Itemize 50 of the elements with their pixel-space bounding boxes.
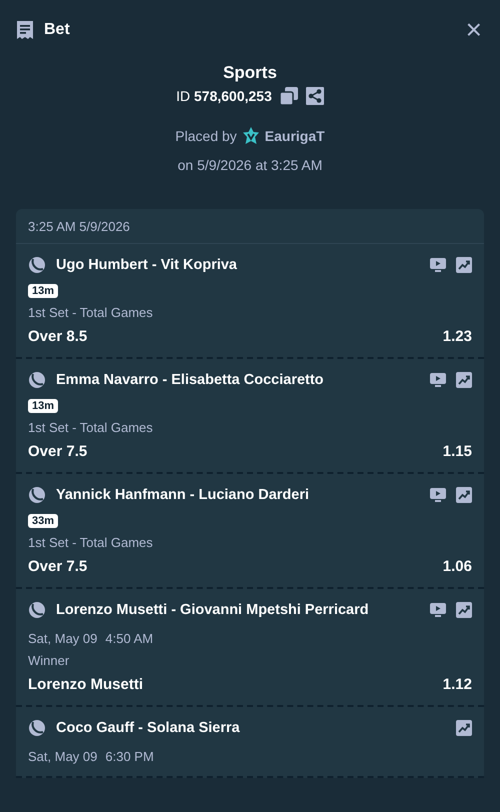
match-date: Sat, May 09 bbox=[28, 749, 98, 764]
trend-chart-icon[interactable] bbox=[456, 720, 472, 736]
share-icon[interactable] bbox=[306, 87, 324, 105]
selection-name: Lorenzo Musetti bbox=[28, 676, 143, 693]
placed-date: on 5/9/2026 at 3:25 AM bbox=[178, 157, 322, 173]
tennis-ball-icon bbox=[28, 719, 46, 737]
close-button[interactable]: × bbox=[464, 16, 484, 44]
match-title[interactable]: Coco Gauff - Solana Sierra bbox=[56, 720, 446, 736]
match-time: 6:30 PM bbox=[105, 749, 154, 764]
star-badge-icon bbox=[242, 127, 260, 145]
match-time: 4:50 AM bbox=[105, 631, 154, 646]
odds-value: 1.23 bbox=[442, 328, 472, 345]
copy-icon[interactable] bbox=[280, 87, 298, 105]
match-title[interactable]: Lorenzo Musetti - Giovanni Mpetshi Perricard bbox=[56, 602, 420, 618]
tennis-ball-icon bbox=[28, 486, 46, 504]
tennis-ball-icon bbox=[28, 256, 46, 274]
tennis-ball-icon bbox=[28, 371, 46, 389]
slip-timestamp: 3:25 AM 5/9/2026 bbox=[16, 209, 484, 244]
match-title[interactable]: Emma Navarro - Elisabetta Cocciaretto bbox=[56, 372, 420, 388]
live-time-badge: 13m bbox=[28, 284, 58, 298]
bet-id: ID 578,600,253 bbox=[176, 88, 272, 104]
market-name: Winner bbox=[28, 653, 70, 668]
odds-value: 1.06 bbox=[442, 558, 472, 575]
selection-name: Over 8.5 bbox=[28, 328, 88, 345]
live-time-badge: 13m bbox=[28, 399, 58, 413]
market-name: 1st Set - Total Games bbox=[28, 420, 154, 435]
odds-value: 1.12 bbox=[442, 676, 472, 693]
selection-name: Over 7.5 bbox=[28, 558, 88, 575]
match-title[interactable]: Yannick Hanfmann - Luciano Darderi bbox=[56, 487, 420, 503]
selection-name: Over 7.5 bbox=[28, 443, 88, 460]
play-screen-icon[interactable] bbox=[430, 488, 446, 502]
market-name: 1st Set - Total Games bbox=[28, 535, 154, 550]
bet-type-title: Sports bbox=[223, 63, 277, 83]
trend-chart-icon[interactable] bbox=[456, 372, 472, 388]
receipt-icon bbox=[16, 20, 34, 40]
live-time-badge: 33m bbox=[28, 514, 58, 528]
match-date: Sat, May 09 bbox=[28, 631, 98, 646]
dialog-title: Bet bbox=[44, 21, 71, 39]
trend-chart-icon[interactable] bbox=[456, 602, 472, 618]
trend-chart-icon[interactable] bbox=[456, 487, 472, 503]
trend-chart-icon[interactable] bbox=[456, 257, 472, 273]
odds-value: 1.15 bbox=[442, 443, 472, 460]
match-title[interactable]: Ugo Humbert - Vit Kopriva bbox=[56, 257, 420, 273]
play-screen-icon[interactable] bbox=[430, 603, 446, 617]
market-name: 1st Set - Total Games bbox=[28, 305, 154, 320]
username-link[interactable]: EaurigaT bbox=[264, 128, 325, 144]
placed-by-label: Placed by bbox=[175, 128, 237, 144]
play-screen-icon[interactable] bbox=[430, 258, 446, 272]
play-screen-icon[interactable] bbox=[430, 373, 446, 387]
tennis-ball-icon bbox=[28, 601, 46, 619]
